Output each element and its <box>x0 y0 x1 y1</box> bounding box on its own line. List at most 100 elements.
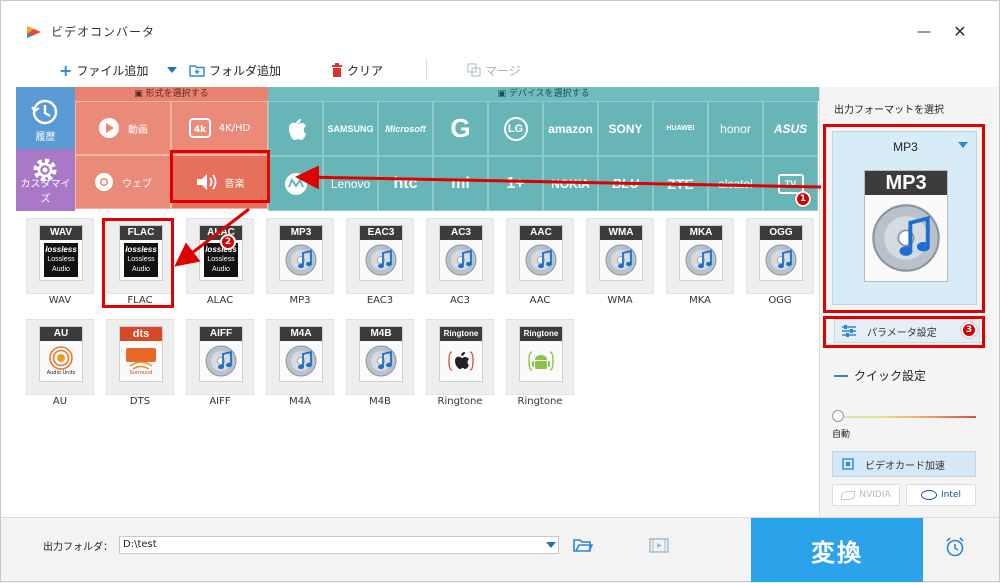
category-video[interactable]: 動画 <box>75 101 171 155</box>
format-item-flac[interactable]: FLAC lossless Lossless Audio <box>106 218 174 294</box>
folder-plus-icon <box>189 65 205 77</box>
customize-button[interactable]: カスタマイズ <box>16 149 75 211</box>
format-label: EAC3 <box>366 295 394 306</box>
alarm-clock-icon[interactable] <box>944 536 966 558</box>
format-icon: Ringtone <box>439 326 483 382</box>
format-item-wma[interactable]: WMA <box>586 218 654 294</box>
device-honor[interactable]: honor <box>708 101 763 156</box>
format-icon: Ringtone <box>519 326 563 382</box>
format-label: AC3 <box>449 295 470 306</box>
merge-button[interactable]: マージ <box>467 61 521 79</box>
intel-label: Intel <box>941 490 961 500</box>
open-folder-icon[interactable] <box>573 537 593 553</box>
category-music[interactable]: 音楽 <box>171 155 268 209</box>
output-format-selector[interactable]: MP3 MP3 <box>832 131 977 305</box>
add-folder-button[interactable]: フォルダ追加 <box>189 61 281 79</box>
format-label: WAV <box>48 295 72 306</box>
output-folder-input[interactable]: D:\test <box>119 536 559 554</box>
device-blu[interactable]: BLU <box>598 156 653 211</box>
format-item-ringtone-android[interactable]: Ringtone <box>506 319 574 395</box>
format-item-ogg[interactable]: OGG <box>746 218 814 294</box>
customize-label: カスタマイズ <box>20 179 71 205</box>
output-folder-label: 出力フォルダ： <box>43 542 113 553</box>
format-item-alac[interactable]: ALAC lossless Lossless Audio <box>186 218 254 294</box>
quality-slider-track[interactable] <box>834 416 976 418</box>
music-disc-icon <box>524 243 558 277</box>
category-4k-hd-label: 4K/HD <box>218 122 251 134</box>
format-icon: WMA <box>599 225 643 281</box>
format-item-aac[interactable]: AAC <box>506 218 574 294</box>
plus-icon: + <box>59 60 73 80</box>
format-label: Ringtone <box>517 396 563 407</box>
device-nokia[interactable]: NOKIA <box>543 156 598 211</box>
add-file-button[interactable]: + ファイル追加 <box>59 60 148 80</box>
format-item-aiff[interactable]: AIFF <box>186 319 254 395</box>
toolbar-divider <box>426 59 427 81</box>
device-samsung[interactable]: SAMSUNG <box>323 101 378 156</box>
speaker-icon <box>195 172 217 192</box>
quality-slider-knob[interactable] <box>832 410 844 422</box>
device-htc[interactable]: htc <box>378 156 433 211</box>
selected-format-art: MP3 <box>864 170 948 282</box>
chevron-down-icon <box>167 67 177 73</box>
device-motorola[interactable] <box>268 156 323 211</box>
lg-logo-icon: LG <box>503 116 528 141</box>
category-panel: 履歴 カスタマイズ ▣ 形式を選択する ▣ デバイスを選択する 動画 4k 4K… <box>16 87 819 211</box>
format-icon: WAV lossless Lossless Audio <box>39 225 83 281</box>
format-item-dts[interactable]: dts Surround <box>106 319 174 395</box>
gpu-acceleration-button[interactable]: ビデオカード加速 <box>832 451 976 477</box>
format-item-wav[interactable]: WAV lossless Lossless Audio <box>26 218 94 294</box>
format-label: WMA <box>607 295 633 306</box>
device-lenovo[interactable]: Lenovo <box>323 156 378 211</box>
merge-icon <box>467 63 481 77</box>
format-item-ringtone-apple[interactable]: Ringtone <box>426 319 494 395</box>
device-lg[interactable]: LG <box>488 101 543 156</box>
format-icon: OGG <box>759 225 803 281</box>
device-amazon[interactable]: amazon <box>543 101 598 156</box>
chevron-down-icon[interactable] <box>546 542 556 548</box>
format-item-ac3[interactable]: AC3 <box>426 218 494 294</box>
minimize-button[interactable]: — <box>917 25 931 39</box>
device-xiaomi[interactable]: mi <box>433 156 488 211</box>
apple-icon <box>288 118 306 140</box>
format-item-eac3[interactable]: EAC3 <box>346 218 414 294</box>
video-output-icon[interactable] <box>649 537 669 553</box>
format-tag: AU <box>40 327 82 341</box>
format-item-m4b[interactable]: M4B <box>346 319 414 395</box>
add-file-dropdown[interactable] <box>167 61 177 79</box>
format-icon: FLAC lossless Lossless Audio <box>119 225 163 281</box>
format-item-au[interactable]: AU Audio Units <box>26 319 94 395</box>
motorola-icon <box>284 172 307 195</box>
parameter-settings-button[interactable]: パラメータ設定 <box>834 319 980 343</box>
format-item-mp3[interactable]: MP3 <box>266 218 334 294</box>
annotation-badge-2: 2 <box>220 234 236 250</box>
format-tag: AC3 <box>440 226 482 240</box>
4k-icon: 4k <box>188 117 211 139</box>
close-button[interactable]: ✕ <box>953 24 967 40</box>
device-google[interactable]: G <box>433 101 488 156</box>
lossless-audio-icon: lossless Lossless Audio <box>124 243 158 277</box>
convert-button[interactable]: 変換 <box>751 518 923 582</box>
bottom-bar: 出力フォルダ： D:\test 変換 <box>1 517 999 582</box>
history-button[interactable]: 履歴 <box>16 87 75 149</box>
intel-option[interactable]: Intel <box>906 484 976 506</box>
clear-button[interactable]: クリア <box>331 61 383 79</box>
format-tag: EAC3 <box>360 226 402 240</box>
format-item-mka[interactable]: MKA <box>666 218 734 294</box>
category-web[interactable]: ウェブ <box>75 155 171 209</box>
device-alcatel[interactable]: alcatel <box>708 156 763 211</box>
device-oneplus[interactable]: 1+ <box>488 156 543 211</box>
lossless-line3: Audio <box>52 266 70 273</box>
category-4k-hd[interactable]: 4k 4K/HD <box>171 101 268 155</box>
device-microsoft[interactable]: Microsoft <box>378 101 433 156</box>
lossless-logo-text: lossless <box>125 245 157 254</box>
device-huawei[interactable]: HUAWEI <box>653 101 708 156</box>
device-zte[interactable]: ZTE <box>653 156 708 211</box>
device-apple[interactable] <box>268 101 323 156</box>
format-item-m4a[interactable]: M4A <box>266 319 334 395</box>
toolbar: + ファイル追加 フォルダ追加 クリア マージ <box>1 51 819 87</box>
device-sony[interactable]: SONY <box>598 101 653 156</box>
device-asus[interactable]: ASUS <box>763 101 818 156</box>
nvidia-option[interactable]: NVIDIA <box>832 484 900 506</box>
format-tag: MKA <box>680 226 722 240</box>
